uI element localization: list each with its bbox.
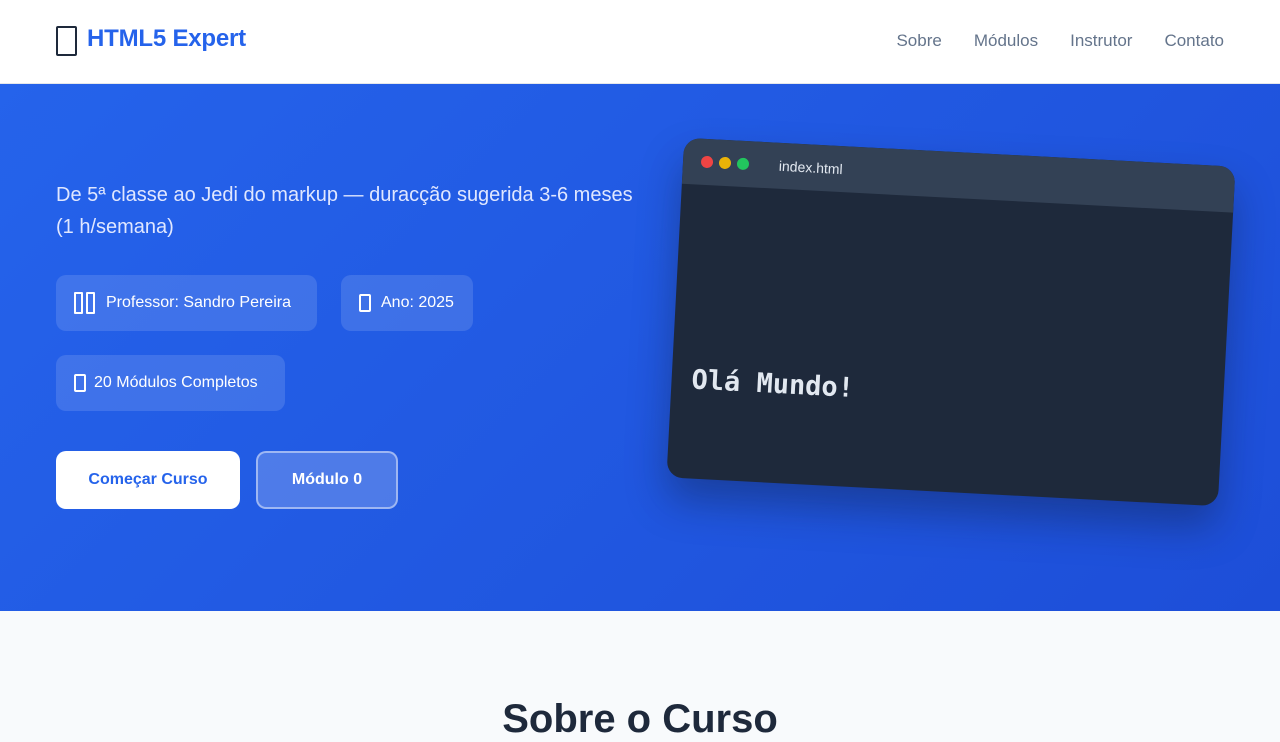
nav-link-sobre[interactable]: Sobre	[896, 31, 941, 51]
maximize-dot-icon	[736, 157, 750, 171]
module-0-button[interactable]: Módulo 0	[256, 451, 398, 509]
main-nav: Sobre Módulos Instrutor Contato	[896, 31, 1224, 51]
chip-modules-label: 20 Módulos Completos	[94, 374, 258, 391]
start-course-button[interactable]: Começar Curso	[56, 451, 240, 509]
modules-icon	[74, 374, 86, 392]
editor-code: Olá Mundo!	[690, 364, 855, 404]
chip-modules: 20 Módulos Completos	[56, 355, 285, 411]
nav-link-contato[interactable]: Contato	[1164, 31, 1224, 51]
close-dot-icon	[700, 155, 714, 169]
calendar-icon	[359, 294, 371, 312]
minimize-dot-icon	[718, 156, 732, 170]
brand[interactable]: HTML5 Expert	[56, 22, 246, 56]
code-editor-mockup: index.html Olá Mundo!	[666, 137, 1236, 507]
nav-link-instrutor[interactable]: Instrutor	[1070, 31, 1132, 51]
chip-year: Ano: 2025	[341, 275, 473, 331]
hero-subtitle: De 5ª classe ao Jedi do markup — duracçã…	[56, 184, 633, 238]
book-icon	[56, 26, 77, 56]
teacher-icon	[74, 292, 96, 314]
nav-link-modulos[interactable]: Módulos	[974, 31, 1038, 51]
navbar: HTML5 Expert Sobre Módulos Instrutor Con…	[0, 0, 1280, 84]
hero-section: De 5ª classe ao Jedi do markup — duracçã…	[0, 84, 1280, 611]
brand-title: HTML5 Expert	[87, 25, 246, 52]
chip-professor-label: Professor: Sandro Pereira	[106, 294, 291, 311]
chip-year-label: Ano: 2025	[381, 294, 454, 311]
chip-professor: Professor: Sandro Pereira	[56, 275, 317, 331]
editor-filename: index.html	[778, 157, 844, 178]
editor-titlebar: index.html	[681, 137, 1236, 213]
